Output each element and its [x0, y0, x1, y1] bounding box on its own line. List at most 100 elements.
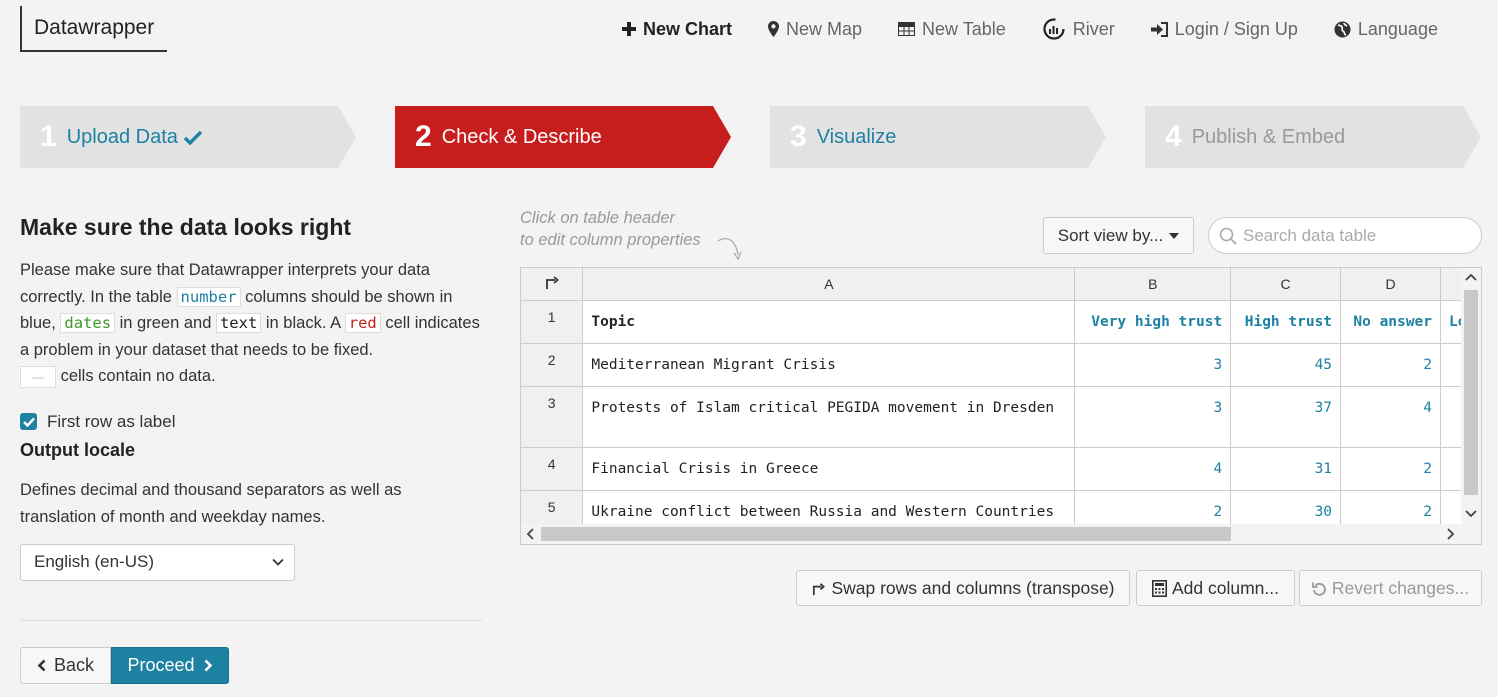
nav-river[interactable]: River [1042, 17, 1115, 41]
transpose-icon [544, 274, 560, 290]
sort-view-label: Sort view by... [1057, 225, 1164, 245]
desc-part: in green and [115, 314, 216, 332]
globe-icon [1334, 21, 1351, 38]
step-upload-data[interactable]: 1 Upload Data [20, 106, 356, 168]
step-check-describe[interactable]: 2 Check & Describe [395, 106, 731, 168]
table-cell[interactable]: Protests of Islam critical PEGIDA moveme… [582, 386, 1076, 448]
table-cell[interactable]: Topic [582, 300, 1076, 344]
column-header-b[interactable]: B [1074, 268, 1232, 301]
output-locale-description: Defines decimal and thousand separators … [20, 480, 402, 526]
scroll-left-icon[interactable] [526, 528, 534, 543]
output-locale-title: Output locale [20, 439, 136, 460]
desc-part: cells contain no data. [56, 367, 216, 385]
scroll-up-icon[interactable] [1465, 270, 1477, 284]
data-grid: A B C D 1 Topic Very high trust High tru… [520, 267, 1482, 545]
nav-login-label: Login / Sign Up [1174, 18, 1298, 39]
back-button[interactable]: Back [20, 647, 111, 684]
step-visualize[interactable]: 3 Visualize [770, 106, 1106, 168]
column-header-c[interactable]: C [1230, 268, 1342, 301]
chevron-right-icon [204, 659, 213, 672]
sign-in-icon [1150, 21, 1168, 37]
column-header-d[interactable]: D [1340, 268, 1441, 301]
step-label: Upload Data [66, 125, 178, 148]
scroll-right-icon[interactable] [1447, 528, 1455, 543]
chevron-down-icon [272, 558, 284, 566]
calculator-icon [1152, 579, 1167, 597]
empty-cell-example: — [20, 365, 56, 388]
transpose-corner[interactable] [521, 268, 584, 301]
check-icon [183, 130, 202, 145]
hint-line: to edit column properties [520, 231, 701, 249]
data-table: A B C D 1 Topic Very high trust High tru… [521, 268, 1481, 544]
revert-changes-button[interactable]: Revert changes... [1299, 570, 1482, 606]
first-row-label-text: First row as label [47, 411, 176, 431]
nav-new-map[interactable]: New Map [768, 19, 862, 40]
proceed-button[interactable]: Proceed [111, 647, 229, 684]
search-input[interactable] [1243, 225, 1473, 246]
row-number[interactable]: 2 [521, 343, 584, 387]
table-cell[interactable]: 2 [1340, 447, 1441, 491]
top-nav: New Chart New Map New Table River Login … [622, 18, 1438, 40]
table-cell[interactable]: 3 [1074, 343, 1232, 387]
table-cell[interactable]: 2 [1340, 343, 1441, 387]
table-cell[interactable]: 31 [1230, 447, 1342, 491]
nav-login[interactable]: Login / Sign Up [1150, 18, 1298, 40]
table-cell[interactable]: No answer [1340, 300, 1441, 344]
table-cell[interactable]: 3 [1074, 386, 1232, 448]
table-cell[interactable]: 4 [1074, 447, 1232, 491]
brand-logo[interactable]: Datawrapper [20, 6, 167, 52]
table-cell[interactable]: 37 [1230, 386, 1342, 448]
table-cell[interactable]: Financial Crisis in Greece [582, 447, 1076, 491]
vertical-scroll-thumb[interactable] [1464, 290, 1478, 495]
left-panel: Make sure the data looks right Please ma… [20, 214, 482, 581]
step-label: Check & Describe [441, 125, 602, 148]
hint-line: Click on table header [520, 209, 676, 227]
locale-select[interactable]: English (en-US) [20, 543, 295, 581]
table-icon [898, 22, 916, 36]
nav-new-table[interactable]: New Table [898, 19, 1006, 40]
table-cell[interactable]: High trust [1230, 300, 1342, 344]
horizontal-scrollbar[interactable] [521, 524, 1481, 544]
add-column-button[interactable]: Add column... [1136, 570, 1295, 606]
red-example: red [344, 313, 381, 333]
row-number[interactable]: 4 [521, 447, 584, 491]
river-icon [1042, 17, 1066, 41]
row-number[interactable]: 1 [521, 300, 584, 344]
divider [20, 620, 482, 621]
table-cell[interactable]: Mediterranean Migrant Crisis [582, 343, 1076, 387]
proceed-button-label: Proceed [127, 655, 195, 675]
caret-down-icon [1169, 232, 1180, 239]
table-cell[interactable]: Very high trust [1074, 300, 1232, 344]
first-row-label-checkbox[interactable] [20, 413, 37, 430]
step-number: 1 [40, 120, 57, 153]
chevron-left-icon [37, 659, 46, 672]
table-cell[interactable]: 45 [1230, 343, 1342, 387]
column-edit-hint: Click on table header to edit column pro… [520, 207, 742, 261]
locale-select-value: English (en-US) [34, 552, 154, 571]
step-number: 4 [1165, 120, 1182, 153]
map-marker-icon [768, 21, 780, 37]
plus-icon [622, 22, 636, 36]
transpose-icon [811, 581, 826, 596]
scroll-down-icon[interactable] [1465, 507, 1477, 521]
step-label: Visualize [816, 125, 897, 148]
instructions-text: Please make sure that Datawrapper interp… [20, 257, 482, 390]
transpose-button[interactable]: Swap rows and columns (transpose) [796, 570, 1130, 606]
dates-example: dates [60, 313, 116, 333]
step-label: Publish & Embed [1191, 125, 1346, 148]
nav-new-chart[interactable]: New Chart [622, 19, 732, 40]
first-row-label-option[interactable]: First row as label [20, 412, 482, 432]
add-column-button-label: Add column... [1172, 577, 1279, 598]
search-data-table[interactable] [1208, 217, 1482, 254]
curved-arrow-icon [717, 238, 742, 261]
row-number[interactable]: 3 [521, 386, 584, 448]
revert-changes-button-label: Revert changes... [1331, 577, 1470, 598]
sort-view-button[interactable]: Sort view by... [1043, 217, 1194, 254]
column-header-a[interactable]: A [582, 268, 1076, 301]
table-cell[interactable]: 4 [1340, 386, 1441, 448]
nav-language[interactable]: Language [1334, 19, 1438, 40]
step-number: 2 [415, 120, 432, 153]
horizontal-scroll-thumb[interactable] [541, 527, 1231, 541]
nav-new-chart-label: New Chart [643, 18, 733, 39]
vertical-scrollbar[interactable] [1461, 268, 1481, 525]
